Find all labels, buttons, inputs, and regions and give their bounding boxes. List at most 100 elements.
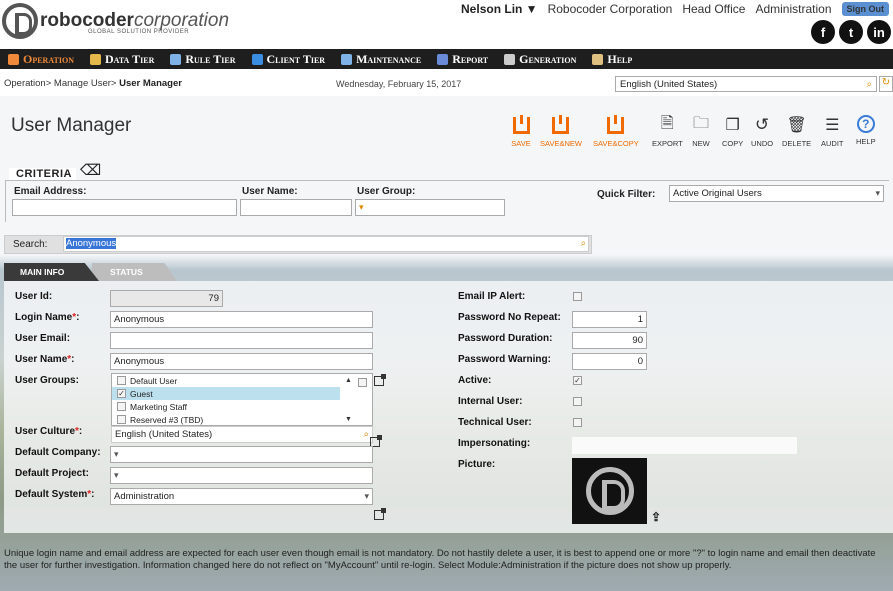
internal-user-checkbox[interactable]: [573, 397, 582, 406]
technical-user-label: Technical User:: [458, 417, 532, 428]
group-checkbox[interactable]: ✓: [117, 389, 126, 398]
list-item[interactable]: Default User: [112, 374, 340, 387]
open-external-icon[interactable]: [374, 508, 386, 520]
list-item[interactable]: Reserved #3 (TBD): [112, 413, 340, 425]
twitter-icon[interactable]: t: [839, 20, 863, 44]
default-system-select[interactable]: Administration: [110, 488, 373, 505]
quick-filter-select[interactable]: Active Original Users: [669, 185, 884, 202]
password-duration-field[interactable]: 90: [572, 332, 647, 349]
menu-generation[interactable]: Generation: [504, 52, 576, 67]
password-no-repeat-field[interactable]: 1: [572, 311, 647, 328]
menu-help[interactable]: Help: [592, 52, 632, 67]
help-book-icon: [592, 53, 604, 65]
user-name-label-text: User Name: [15, 354, 68, 365]
active-checkbox[interactable]: ✓: [573, 376, 582, 385]
user-email-field[interactable]: [110, 332, 373, 349]
help-button[interactable]: ? HELP: [856, 115, 876, 146]
toolbar-label: SAVE: [511, 139, 531, 148]
search-icon[interactable]: ⌕: [867, 79, 872, 90]
search-icon[interactable]: ⌕: [581, 238, 586, 249]
save-new-button[interactable]: SAVE&NEW: [540, 114, 582, 148]
user-culture-label-text: User Culture: [15, 426, 76, 437]
menu-rule-tier[interactable]: Rule Tier: [170, 51, 236, 67]
menu-operation[interactable]: Operation: [8, 52, 74, 67]
scroll-up-icon[interactable]: ▲: [345, 377, 352, 384]
default-project-select[interactable]: [110, 467, 373, 484]
new-button[interactable]: 🗀 NEW: [691, 115, 711, 149]
default-company-select[interactable]: [110, 446, 373, 463]
upload-icon[interactable]: ⇪: [651, 510, 661, 524]
search-input[interactable]: Anonymous ⌕: [63, 236, 589, 252]
criteria-title: CRITERIA: [9, 168, 76, 180]
tab-status[interactable]: STATUS: [92, 263, 177, 281]
social-links: f t in: [811, 20, 891, 44]
culture-select[interactable]: English (United States) ⌕: [615, 76, 877, 92]
select-all-checkbox[interactable]: [358, 378, 367, 387]
save-new-icon: [552, 114, 570, 134]
menu-maintenance[interactable]: Maintenance: [341, 52, 421, 67]
password-warning-field[interactable]: 0: [572, 353, 647, 370]
password-warning-label: Password Warning:: [458, 354, 551, 365]
tab-main-info[interactable]: MAIN INFO: [4, 263, 99, 281]
logo-icon: [2, 3, 38, 39]
copy-button[interactable]: ❐ COPY: [722, 115, 743, 148]
user-culture-label: User Culture*:: [15, 426, 83, 437]
linkedin-icon[interactable]: in: [867, 20, 891, 44]
logo-bold: robocoder: [40, 10, 134, 31]
gear-icon: [8, 53, 19, 65]
menu-label: Rule Tier: [185, 51, 236, 66]
user-menu[interactable]: Nelson Lin ▼: [461, 2, 538, 16]
groups-scrollbar[interactable]: ▲ ▼: [342, 374, 372, 425]
password-duration-label: Password Duration:: [458, 333, 553, 344]
module-link[interactable]: Administration: [755, 2, 831, 16]
login-name-label: Login Name*:: [15, 312, 80, 323]
eraser-icon[interactable]: ⌫: [80, 161, 101, 179]
user-name-field[interactable]: Anonymous: [110, 353, 373, 370]
refresh-icon[interactable]: ↻: [879, 76, 893, 92]
undo-icon: ↺: [754, 115, 770, 134]
login-name-label-text: Login Name: [15, 312, 73, 323]
email-filter-input[interactable]: [12, 199, 237, 216]
open-external-icon[interactable]: [374, 374, 386, 386]
group-checkbox[interactable]: [117, 376, 126, 385]
audit-button[interactable]: ☰ AUDIT: [821, 115, 844, 148]
menu-data-tier[interactable]: Data Tier: [89, 52, 154, 67]
group-checkbox[interactable]: [117, 415, 126, 424]
toolbar-label: SAVE&NEW: [540, 139, 582, 148]
save-copy-button[interactable]: SAVE&COPY: [593, 114, 639, 148]
email-ip-alert-label: Email IP Alert:: [458, 291, 526, 302]
quick-filter-value: Active Original Users: [673, 188, 762, 199]
office-link[interactable]: Head Office: [682, 2, 745, 16]
username-filter-label: User Name:: [242, 186, 298, 197]
search-icon[interactable]: ⌕: [364, 429, 369, 440]
undo-button[interactable]: ↺ UNDO: [751, 115, 773, 148]
breadcrumb-current: User Manager: [119, 78, 182, 89]
delete-button[interactable]: 🗑 DELETE: [782, 115, 811, 148]
group-checkbox[interactable]: [117, 402, 126, 411]
login-name-field[interactable]: Anonymous: [110, 311, 373, 328]
technical-user-checkbox[interactable]: [573, 418, 582, 427]
group-filter-select[interactable]: [355, 199, 505, 216]
main-menu: Operation Data Tier Rule Tier Client Tie…: [0, 49, 893, 69]
facebook-icon[interactable]: f: [811, 20, 835, 44]
save-button[interactable]: SAVE: [511, 114, 531, 148]
default-company-label: Default Company:: [15, 447, 101, 458]
scroll-down-icon[interactable]: ▼: [345, 416, 352, 423]
user-id-field: 79: [110, 290, 223, 307]
email-ip-alert-checkbox[interactable]: [573, 292, 582, 301]
menu-client-tier[interactable]: Client Tier: [251, 51, 326, 67]
menu-report[interactable]: Report: [437, 52, 488, 67]
audit-icon: ☰: [825, 117, 840, 134]
export-button[interactable]: 🗎 EXPORT: [652, 115, 683, 149]
default-system-label-text: Default System: [15, 489, 88, 500]
menu-label: Client Tier: [266, 51, 326, 66]
breadcrumb-path[interactable]: Operation> Manage User>: [4, 78, 119, 89]
user-culture-field[interactable]: English (United States) ⌕: [111, 426, 373, 443]
sign-out-button[interactable]: Sign Out: [841, 2, 889, 16]
list-item[interactable]: ✓ Guest: [112, 387, 340, 400]
list-item[interactable]: Marketing Staff: [112, 400, 340, 413]
username-filter-input[interactable]: [240, 199, 352, 216]
user-groups-list[interactable]: Default User ✓ Guest Marketing Staff Rese…: [111, 373, 373, 426]
toolbar-label: SAVE&COPY: [593, 139, 639, 148]
company-link[interactable]: Robocoder Corporation: [548, 2, 673, 16]
